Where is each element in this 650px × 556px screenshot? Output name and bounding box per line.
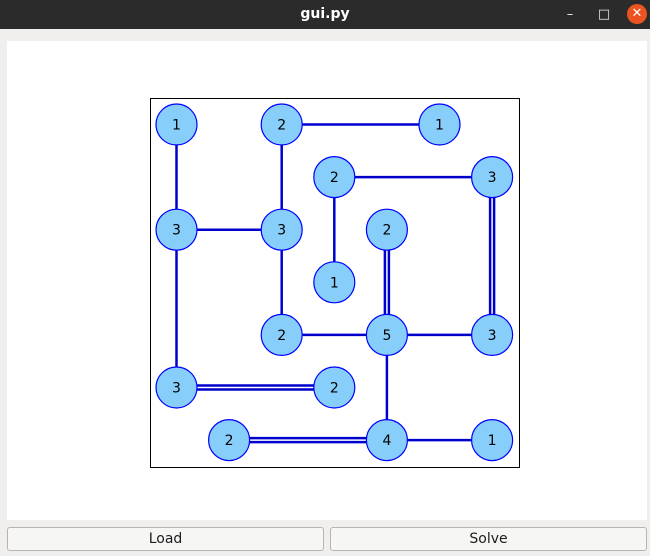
island-value: 1 <box>435 118 444 134</box>
minimize-button[interactable]: – <box>560 5 580 25</box>
island[interactable]: 3 <box>471 313 514 356</box>
island[interactable]: 3 <box>155 208 198 251</box>
island[interactable]: 2 <box>260 103 303 146</box>
island[interactable]: 3 <box>471 155 514 199</box>
island-value: 1 <box>488 433 497 449</box>
close-button[interactable]: ✕ <box>627 4 647 24</box>
island-value: 2 <box>330 381 339 397</box>
puzzle-canvas[interactable]: 1 2 1 2 3 3 3 2 1 2 5 3 3 2 2 4 1 <box>7 41 647 520</box>
button-bar: Load Solve <box>0 520 650 556</box>
title-bar: gui.py – □ ✕ <box>0 0 650 29</box>
island-value: 1 <box>330 275 339 291</box>
solve-button[interactable]: Solve <box>330 527 647 551</box>
island-value: 2 <box>382 223 391 239</box>
island-value: 2 <box>225 433 234 449</box>
island[interactable]: 2 <box>365 208 408 251</box>
window-title: gui.py <box>300 6 350 22</box>
island[interactable]: 4 <box>365 419 408 462</box>
island[interactable]: 2 <box>313 155 356 199</box>
island-value: 3 <box>277 223 286 239</box>
island[interactable]: 1 <box>313 261 356 304</box>
island-value: 2 <box>330 170 339 186</box>
island[interactable]: 5 <box>365 313 408 356</box>
island-value: 3 <box>172 223 181 239</box>
island[interactable]: 1 <box>418 103 461 146</box>
load-button[interactable]: Load <box>7 527 324 551</box>
island-value: 3 <box>488 170 497 186</box>
island[interactable]: 2 <box>260 313 303 356</box>
island-value: 3 <box>488 328 497 344</box>
island[interactable]: 2 <box>207 419 251 462</box>
island-value: 2 <box>277 118 286 134</box>
island-value: 3 <box>172 381 181 397</box>
island-value: 2 <box>277 328 286 344</box>
puzzle-board[interactable]: 1 2 1 2 3 3 3 2 1 2 5 3 3 2 2 4 1 <box>150 98 520 468</box>
island[interactable]: 3 <box>260 208 303 251</box>
island[interactable]: 2 <box>313 366 356 409</box>
maximize-button[interactable]: □ <box>594 5 614 25</box>
island[interactable]: 1 <box>471 419 514 462</box>
island[interactable]: 3 <box>155 366 198 409</box>
island[interactable]: 1 <box>155 103 198 146</box>
island-value: 1 <box>172 118 181 134</box>
island-value: 5 <box>382 328 391 344</box>
island-value: 4 <box>382 433 391 449</box>
